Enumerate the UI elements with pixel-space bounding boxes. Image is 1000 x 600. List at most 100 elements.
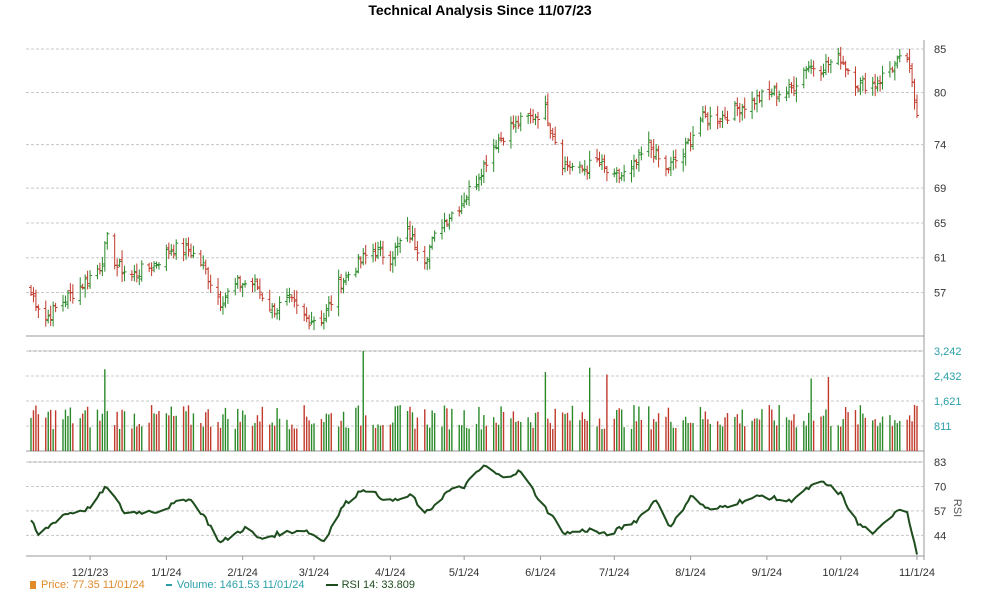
price-bar: [774, 82, 779, 107]
price-bar: [152, 261, 157, 273]
x-tick-label: 9/1/24: [752, 567, 783, 579]
axis-layer: 57 61 65 69 74 80 85 811 1,621 2,432 3,242 44 57 70 83…: [72, 44, 963, 579]
price-bar: [895, 55, 900, 69]
price-bar: [663, 155, 668, 177]
price-bar: [102, 241, 107, 272]
price-bar: [410, 225, 415, 241]
price-bar: [649, 139, 654, 159]
price-bar: [147, 262, 152, 273]
price-bar: [646, 131, 651, 157]
price-bar: [137, 269, 142, 286]
price-bar: [447, 213, 452, 230]
price-bar: [533, 113, 538, 126]
price-bar: [83, 274, 88, 298]
price-bar: [619, 172, 624, 181]
price-bar: [304, 307, 309, 323]
chart-canvas: Technical Analysis Since 11/07/23 57 61 65…: [26, 2, 963, 579]
price-bar: [732, 100, 737, 121]
price-bar: [836, 47, 841, 66]
price-bar: [688, 132, 693, 152]
price-bar: [216, 278, 221, 305]
price-bar: [115, 258, 120, 277]
price-bar: [260, 292, 265, 302]
price-bar: [565, 156, 570, 171]
price-bar: [787, 78, 792, 99]
price-bar: [651, 139, 656, 163]
price-bar: [838, 46, 843, 70]
legend-volume-swatch: [165, 584, 172, 587]
price-bar: [408, 220, 413, 244]
legend-price-value: 77.35: [72, 579, 100, 592]
price-bar: [511, 115, 516, 130]
price-bar: [43, 300, 48, 327]
price-bar: [668, 156, 673, 177]
price-bar: [892, 61, 897, 81]
price-bar: [294, 290, 299, 314]
legend-price-date: 11/01/24: [102, 579, 145, 592]
price-bar: [250, 277, 255, 293]
price-bar: [277, 296, 282, 321]
price-bar: [604, 165, 609, 182]
price-bar: [289, 294, 294, 303]
price-bar: [755, 89, 760, 113]
rsi-tick-label: 70: [934, 481, 946, 493]
price-bar: [31, 287, 36, 303]
price-bar: [240, 282, 245, 298]
price-bar: [634, 158, 639, 170]
price-bar: [809, 59, 814, 74]
price-bar: [599, 154, 604, 170]
price-bar: [53, 302, 58, 313]
price-bar: [353, 267, 358, 278]
price-bar: [284, 288, 289, 306]
price-bar: [174, 239, 179, 260]
price-bar: [186, 237, 191, 257]
price-bar: [508, 116, 513, 149]
price-bar: [910, 63, 915, 88]
price-bar: [149, 262, 154, 277]
price-bar: [275, 308, 280, 320]
price-bar: [915, 94, 919, 119]
price-bar: [356, 253, 361, 274]
rsi-tick-label: 83: [934, 457, 946, 469]
price-bar: [698, 116, 703, 137]
price-bar: [412, 227, 417, 251]
price-bar: [804, 66, 809, 79]
price-tick-label: 61: [934, 253, 946, 265]
price-tick-label: 57: [934, 288, 946, 300]
price-bar: [582, 160, 587, 176]
price-bar: [134, 263, 139, 283]
price-bar: [595, 148, 600, 163]
price-bar: [491, 138, 496, 172]
price-bar: [875, 76, 880, 92]
price-bar: [321, 312, 326, 330]
price-bar: [60, 294, 65, 312]
price-bar: [860, 75, 865, 92]
price-bar: [344, 271, 349, 286]
price-bar: [46, 309, 51, 324]
price-bar: [767, 80, 772, 101]
price-bar: [705, 112, 710, 131]
price-bar: [307, 314, 312, 330]
price-bar: [464, 194, 469, 206]
price-bar: [129, 270, 134, 281]
price-bar: [449, 211, 454, 222]
legend-rsi: RSI 14: 33.809: [325, 579, 415, 591]
price-bar: [629, 159, 634, 183]
price-bar: [912, 78, 917, 110]
price-bar: [390, 251, 395, 273]
price-bar: [577, 161, 582, 174]
price-tick-label: 85: [934, 44, 946, 56]
price-bar: [208, 274, 213, 293]
price-bar: [715, 106, 720, 130]
x-tick-label: 8/1/24: [675, 567, 706, 579]
price-bar: [467, 180, 472, 206]
price-bar: [553, 126, 558, 145]
price-bar: [371, 243, 376, 263]
price-bar: [63, 295, 68, 308]
price-bar: [203, 259, 208, 275]
price-bar: [405, 217, 410, 242]
x-tick-label: 6/1/24: [525, 567, 556, 579]
price-bar: [380, 240, 385, 265]
price-bar: [373, 242, 378, 262]
price-bar: [309, 311, 314, 325]
